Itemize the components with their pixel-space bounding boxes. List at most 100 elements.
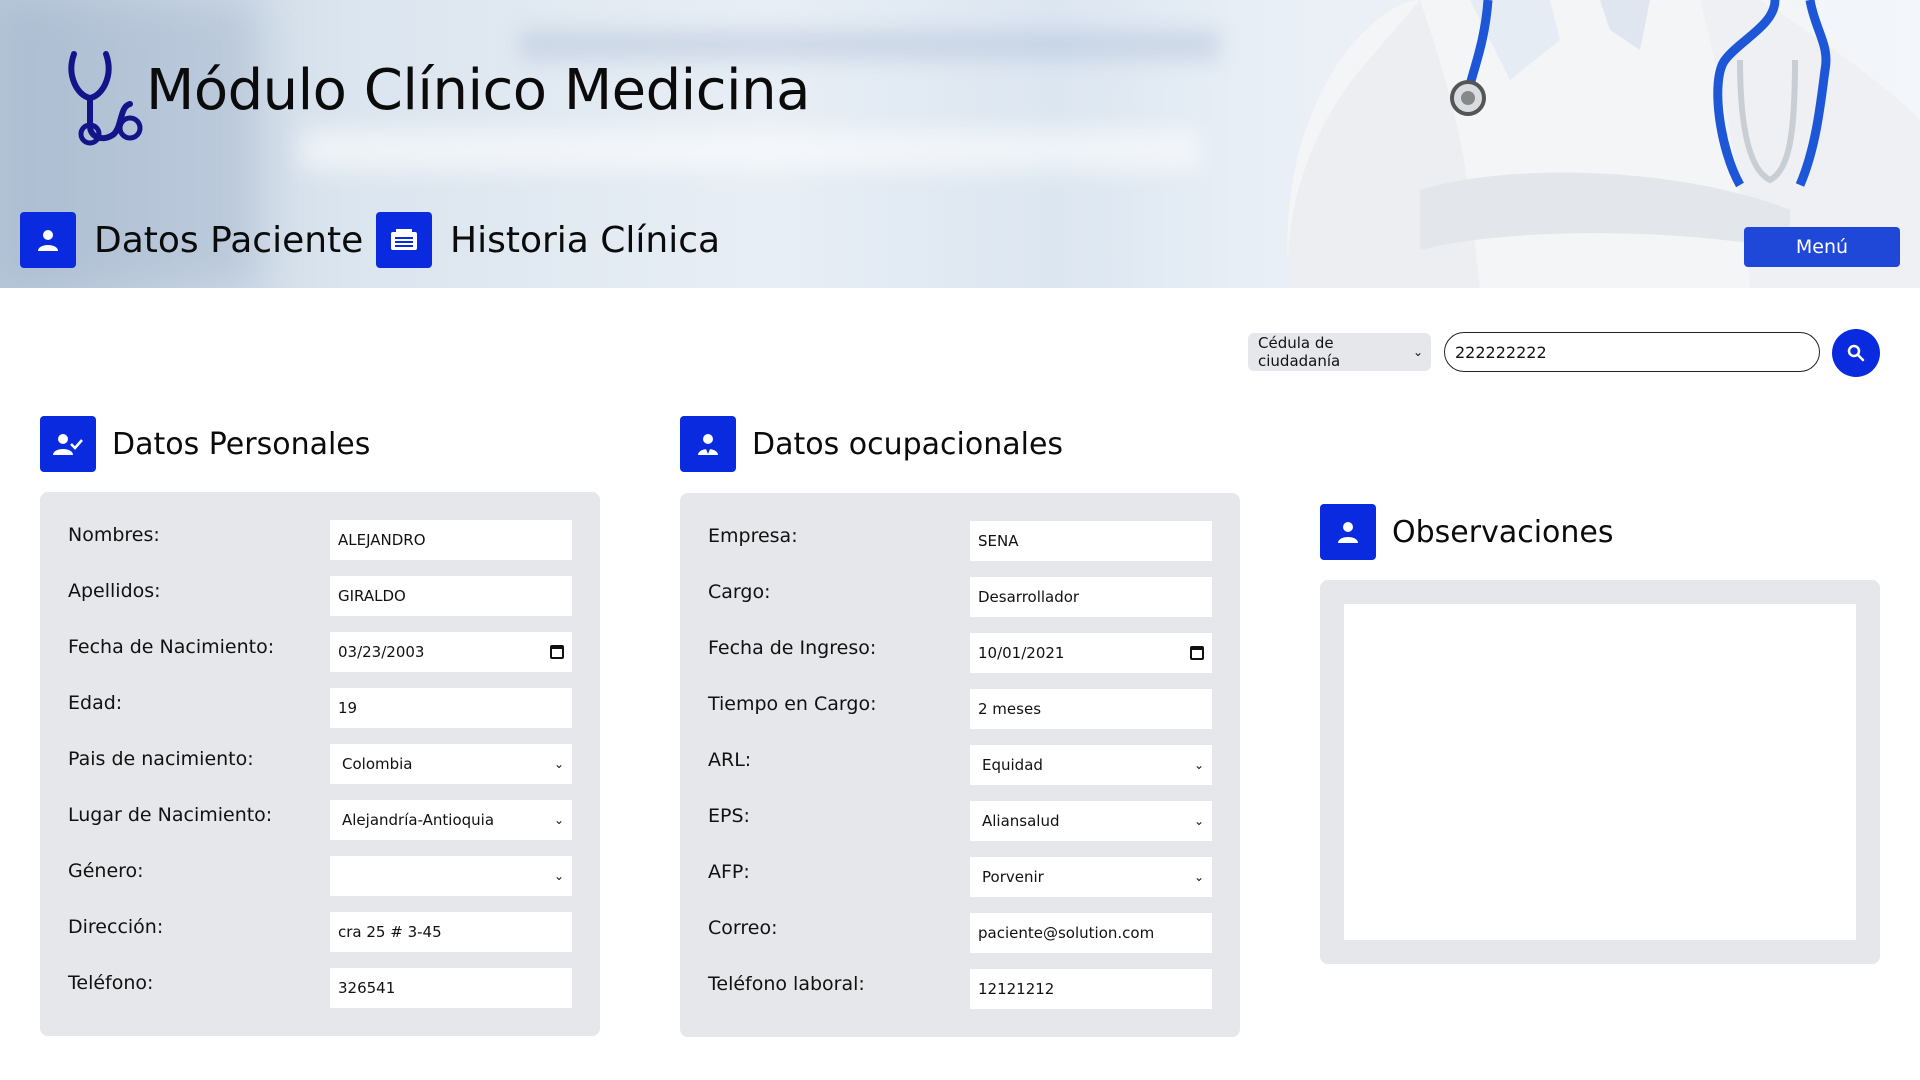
personal-row: Género: ⌄ xyxy=(40,856,600,896)
personal-row: Nombres: ALEJANDRO xyxy=(40,520,600,560)
nav-label: Datos Paciente xyxy=(94,219,364,261)
field-value: paciente@solution.com xyxy=(978,924,1155,942)
field-label: Correo: xyxy=(708,917,778,939)
personal-data-panel: Nombres: ALEJANDRO Apellidos: GIRALDO Fecha … xyxy=(40,492,600,1036)
text-input[interactable]: 2 meses xyxy=(970,689,1212,729)
field-label: Teléfono laboral: xyxy=(708,973,865,995)
text-input[interactable]: 326541 xyxy=(330,968,572,1008)
document-type-value: Cédula de ciudadanía xyxy=(1258,334,1341,370)
personal-row: Fecha de Nacimiento: 03/23/2003 xyxy=(40,632,600,672)
field-value: Aliansalud xyxy=(982,812,1060,830)
nav-datos-paciente[interactable]: Datos Paciente xyxy=(20,212,363,268)
text-input[interactable]: 12121212 xyxy=(970,969,1212,1009)
user-check-icon xyxy=(40,416,96,472)
chevron-down-icon: ⌄ xyxy=(1193,870,1204,884)
text-input[interactable]: ALEJANDRO xyxy=(330,520,572,560)
field-label: Pais de nacimiento: xyxy=(68,748,254,770)
occupational-row: Fecha de Ingreso: 10/01/2021 xyxy=(680,633,1240,673)
field-label: EPS: xyxy=(708,805,750,827)
occupational-row: ARL: Equidad ⌄ xyxy=(680,745,1240,785)
occupational-row: Empresa: SENA xyxy=(680,521,1240,561)
observations-panel xyxy=(1320,580,1880,964)
text-input[interactable]: SENA xyxy=(970,521,1212,561)
user-icon xyxy=(20,212,76,268)
chevron-down-icon: ⌄ xyxy=(553,757,564,771)
field-label: Cargo: xyxy=(708,581,771,603)
personal-row: Pais de nacimiento: Colombia ⌄ xyxy=(40,744,600,784)
field-value: GIRALDO xyxy=(338,587,406,605)
date-input[interactable]: 03/23/2003 xyxy=(330,632,572,672)
document-type-select[interactable]: Cédula de ciudadanía ⌄ xyxy=(1248,333,1431,371)
field-label: Lugar de Nacimiento: xyxy=(68,804,273,826)
app-title: Módulo Clínico Medicina xyxy=(146,58,810,123)
field-select[interactable]: Equidad ⌄ xyxy=(970,745,1212,785)
date-input[interactable]: 10/01/2021 xyxy=(970,633,1212,673)
nav-historia-clinica[interactable]: Historia Clínica xyxy=(376,212,720,268)
field-value: Colombia xyxy=(342,755,413,773)
field-label: Tiempo en Cargo: xyxy=(708,693,877,715)
search-button[interactable] xyxy=(1832,329,1880,377)
text-input[interactable]: GIRALDO xyxy=(330,576,572,616)
field-value: Desarrollador xyxy=(978,588,1080,606)
chevron-down-icon: ⌄ xyxy=(1193,758,1204,772)
personal-row: Apellidos: GIRALDO xyxy=(40,576,600,616)
chevron-down-icon: ⌄ xyxy=(553,869,564,883)
nav-label: Historia Clínica xyxy=(450,219,721,261)
occupational-row: Teléfono laboral: 12121212 xyxy=(680,969,1240,1009)
field-label: AFP: xyxy=(708,861,750,883)
section-title: Datos ocupacionales xyxy=(752,426,1064,462)
field-value: 12121212 xyxy=(978,980,1055,998)
document-number-input[interactable] xyxy=(1444,332,1820,372)
field-label: ARL: xyxy=(708,749,752,771)
text-input[interactable]: cra 25 # 3-45 xyxy=(330,912,572,952)
field-label: Edad: xyxy=(68,692,123,714)
field-label: Género: xyxy=(68,860,144,882)
field-label: Nombres: xyxy=(68,524,160,546)
chevron-down-icon: ⌄ xyxy=(1193,814,1204,828)
chevron-down-icon: ⌄ xyxy=(1412,345,1423,359)
field-label: Empresa: xyxy=(708,525,798,547)
field-select[interactable]: Aliansalud ⌄ xyxy=(970,801,1212,841)
occupational-row: EPS: Aliansalud ⌄ xyxy=(680,801,1240,841)
field-value: SENA xyxy=(978,532,1019,550)
field-value: Alejandría-Antioquia xyxy=(342,811,495,829)
text-input[interactable]: Desarrollador xyxy=(970,577,1212,617)
text-input[interactable]: paciente@solution.com xyxy=(970,913,1212,953)
section-observaciones: Observaciones xyxy=(1320,504,1614,560)
header-banner: Módulo Clínico Medicina Datos Paciente H… xyxy=(0,0,1920,288)
field-label: Fecha de Nacimiento: xyxy=(68,636,275,658)
menu-button[interactable]: Menú xyxy=(1744,227,1900,267)
banner-blur xyxy=(300,130,1200,170)
field-value: cra 25 # 3-45 xyxy=(338,923,442,941)
field-select[interactable]: Alejandría-Antioquia ⌄ xyxy=(330,800,572,840)
field-value: 19 xyxy=(338,699,358,717)
field-value: ALEJANDRO xyxy=(338,531,426,549)
field-value: 10/01/2021 xyxy=(978,644,1065,662)
chevron-down-icon: ⌄ xyxy=(553,813,564,827)
section-datos-ocupacionales: Datos ocupacionales xyxy=(680,416,1063,472)
section-title: Datos Personales xyxy=(112,426,371,462)
observations-textarea[interactable] xyxy=(1344,604,1856,940)
section-datos-personales: Datos Personales xyxy=(40,416,370,472)
section-title: Observaciones xyxy=(1392,514,1614,550)
occupational-row: Correo: paciente@solution.com xyxy=(680,913,1240,953)
field-label: Teléfono: xyxy=(68,972,154,994)
folder-icon xyxy=(376,212,432,268)
field-select[interactable]: ⌄ xyxy=(330,856,572,896)
calendar-icon[interactable] xyxy=(1190,646,1204,660)
stethoscope-icon xyxy=(68,51,143,146)
field-label: Dirección: xyxy=(68,916,164,938)
text-input[interactable]: 19 xyxy=(330,688,572,728)
field-value: Equidad xyxy=(982,756,1043,774)
occupational-row: AFP: Porvenir ⌄ xyxy=(680,857,1240,897)
field-value: 326541 xyxy=(338,979,396,997)
field-label: Apellidos: xyxy=(68,580,161,602)
field-select[interactable]: Porvenir ⌄ xyxy=(970,857,1212,897)
field-select[interactable]: Colombia ⌄ xyxy=(330,744,572,784)
field-value: 2 meses xyxy=(978,700,1042,718)
occupational-data-panel: Empresa: SENA Cargo: Desarrollador Fecha de … xyxy=(680,493,1240,1037)
calendar-icon[interactable] xyxy=(550,645,564,659)
banner-blur xyxy=(520,30,1220,60)
personal-row: Lugar de Nacimiento: Alejandría-Antioquia… xyxy=(40,800,600,840)
personal-row: Teléfono: 326541 xyxy=(40,968,600,1008)
